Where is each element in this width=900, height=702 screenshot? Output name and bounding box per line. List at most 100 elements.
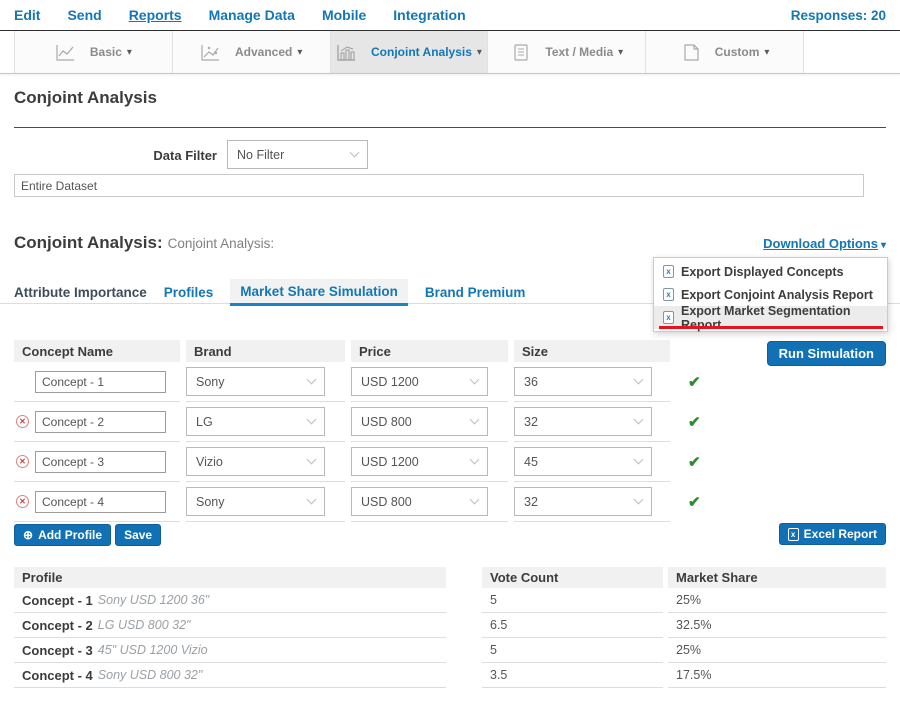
conjoint-analysis-page: Edit Send Reports Manage Data Mobile Int… xyxy=(0,0,900,702)
page-title: Conjoint Analysis xyxy=(14,88,157,108)
tab-market-share-simulation[interactable]: Market Share Simulation xyxy=(230,279,408,306)
download-options-menu: x Export Displayed Concepts x Export Con… xyxy=(653,257,888,332)
chevron-down-icon xyxy=(307,375,317,385)
chevron-down-icon xyxy=(307,455,317,465)
caret-down-icon: ▾ xyxy=(477,47,482,58)
result-row-1: Concept - 1Sony USD 1200 36" 5 25% xyxy=(14,588,886,613)
brand-select[interactable]: LG xyxy=(186,407,325,436)
size-select[interactable]: 32 xyxy=(514,487,652,516)
nav-reports[interactable]: Reports xyxy=(129,7,182,23)
chevron-down-icon xyxy=(350,148,360,158)
concept-row-1: ✕ Sony USD 1200 36 ✔ xyxy=(14,362,701,402)
plus-circle-icon: ⊕ xyxy=(23,529,33,541)
excel-file-icon: x xyxy=(663,311,674,324)
run-simulation-button[interactable]: Run Simulation xyxy=(767,341,886,366)
price-select[interactable]: USD 800 xyxy=(351,487,488,516)
chevron-down-icon xyxy=(634,375,644,385)
section-heading: Conjoint Analysis:Conjoint Analysis: xyxy=(14,233,274,253)
market-share: 32.5% xyxy=(668,613,886,638)
nav-mobile[interactable]: Mobile xyxy=(322,7,366,23)
caret-down-icon: ▾ xyxy=(764,47,769,58)
concept-row-4: ✕ Sony USD 800 32 ✔ xyxy=(14,482,701,522)
column-header-concept-name: Concept Name xyxy=(14,340,180,362)
market-share: 25% xyxy=(668,638,886,663)
market-share: 17.5% xyxy=(668,663,886,688)
result-row-4: Concept - 4Sony USD 800 32" 3.5 17.5% xyxy=(14,663,886,688)
tab-profiles[interactable]: Profiles xyxy=(164,280,214,306)
chevron-down-icon xyxy=(470,375,480,385)
profile-description: Sony USD 800 32" xyxy=(98,668,203,682)
price-select[interactable]: USD 1200 xyxy=(351,447,488,476)
divider xyxy=(14,127,886,128)
chevron-down-icon xyxy=(634,415,644,425)
excel-file-icon: x xyxy=(663,288,674,301)
concept-name-input[interactable] xyxy=(35,491,166,513)
delete-concept-icon[interactable]: ✕ xyxy=(16,415,29,428)
concept-name-input[interactable] xyxy=(35,411,166,433)
nav-integration[interactable]: Integration xyxy=(393,7,465,23)
check-icon: ✔ xyxy=(688,373,701,391)
menu-item-export-displayed-concepts[interactable]: x Export Displayed Concepts xyxy=(654,260,887,283)
chevron-down-icon xyxy=(470,495,480,505)
caret-down-icon: ▾ xyxy=(618,47,623,58)
column-header-brand: Brand xyxy=(186,340,345,362)
menu-item-export-market-segmentation-report[interactable]: x Export Market Segmentation Report xyxy=(654,306,887,329)
top-nav: Edit Send Reports Manage Data Mobile Int… xyxy=(0,0,900,31)
annotation-underline xyxy=(659,326,883,329)
brand-select[interactable]: Sony xyxy=(186,487,325,516)
toolbar-item-text-media[interactable]: Text / Media ▾ xyxy=(487,31,645,73)
nav-send[interactable]: Send xyxy=(67,7,101,23)
concept-row-3: ✕ Vizio USD 1200 45 ✔ xyxy=(14,442,701,482)
vote-count: 3.5 xyxy=(482,663,663,688)
toolbar-item-label: Custom xyxy=(715,45,760,59)
nav-edit[interactable]: Edit xyxy=(14,7,40,23)
simulation-table-header: Concept Name Brand Price Size xyxy=(14,340,670,362)
data-filter-value: No Filter xyxy=(237,148,284,162)
vote-count: 5 xyxy=(482,588,663,613)
chevron-down-icon xyxy=(634,495,644,505)
data-filter-select[interactable]: No Filter xyxy=(227,140,368,169)
size-select[interactable]: 32 xyxy=(514,407,652,436)
price-select[interactable]: USD 1200 xyxy=(351,367,488,396)
delete-concept-icon[interactable]: ✕ xyxy=(16,455,29,468)
add-profile-button[interactable]: ⊕ Add Profile xyxy=(14,524,111,546)
market-share: 25% xyxy=(668,588,886,613)
concept-name-input[interactable] xyxy=(35,371,166,393)
brand-select[interactable]: Vizio xyxy=(186,447,325,476)
result-row-3: Concept - 345" USD 1200 Vizio 5 25% xyxy=(14,638,886,663)
column-header-size: Size xyxy=(514,340,670,362)
profile-name: Concept - 2 xyxy=(22,618,93,633)
concept-name-input[interactable] xyxy=(35,451,166,473)
check-icon: ✔ xyxy=(688,493,701,511)
dataset-field[interactable] xyxy=(14,174,864,197)
profile-description: LG USD 800 32" xyxy=(98,618,191,632)
chevron-down-icon xyxy=(307,495,317,505)
row-actions: ⊕ Add Profile Save xyxy=(14,524,161,546)
save-button[interactable]: Save xyxy=(115,524,161,546)
brand-select[interactable]: Sony xyxy=(186,367,325,396)
toolbar-item-custom[interactable]: Custom ▾ xyxy=(645,31,804,73)
toolbar-item-basic[interactable]: Basic ▾ xyxy=(14,31,172,73)
vote-count: 5 xyxy=(482,638,663,663)
tab-brand-premium[interactable]: Brand Premium xyxy=(425,280,526,306)
price-select[interactable]: USD 800 xyxy=(351,407,488,436)
line-chart-icon xyxy=(55,43,76,62)
download-options-link[interactable]: Download Options▾ xyxy=(763,236,886,251)
profile-description: 45" USD 1200 Vizio xyxy=(98,643,208,657)
toolbar-item-conjoint-analysis[interactable]: Conjoint Analysis ▾ xyxy=(330,31,488,73)
size-select[interactable]: 36 xyxy=(514,367,652,396)
toolbar-item-label: Text / Media xyxy=(545,45,613,59)
caret-down-icon: ▾ xyxy=(127,47,132,58)
toolbar-item-advanced[interactable]: Advanced ▾ xyxy=(172,31,330,73)
column-header-profile: Profile xyxy=(14,567,446,588)
excel-report-button[interactable]: x Excel Report xyxy=(779,523,886,545)
bar-chart-icon xyxy=(336,43,357,62)
size-select[interactable]: 45 xyxy=(514,447,652,476)
tab-bar: Attribute Importance Profiles Market Sha… xyxy=(14,279,525,306)
delete-concept-icon[interactable]: ✕ xyxy=(16,495,29,508)
responses-count: Responses: 20 xyxy=(791,8,886,23)
nav-manage-data[interactable]: Manage Data xyxy=(209,7,295,23)
tab-attribute-importance[interactable]: Attribute Importance xyxy=(14,280,147,306)
profile-description: Sony USD 1200 36" xyxy=(98,593,209,607)
section-subtitle: Conjoint Analysis: xyxy=(168,236,275,251)
